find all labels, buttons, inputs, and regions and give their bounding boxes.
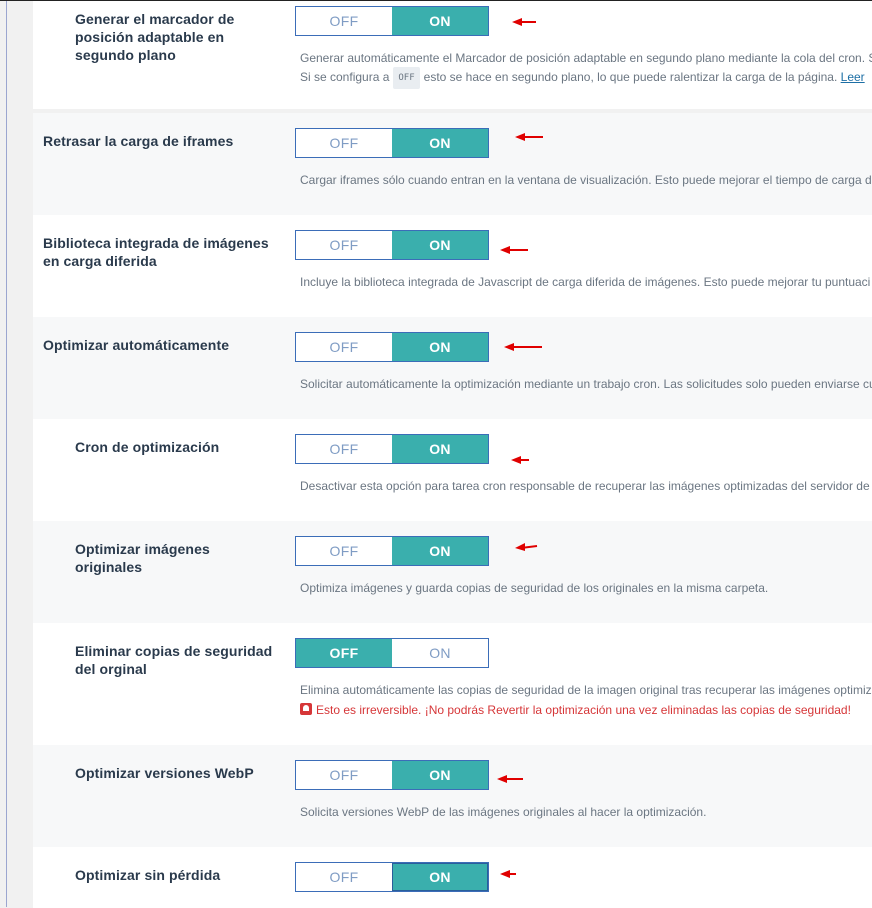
- on-option[interactable]: ON: [392, 129, 488, 157]
- optimize-webp-toggle: OFF ON: [295, 760, 489, 790]
- setting-row-optimize-originals: Optimizar imágenes originales OFF ON Opt…: [33, 521, 872, 623]
- lazy-load-library-toggle: OFF ON: [295, 230, 489, 260]
- delete-backups-toggle: OFF ON: [295, 638, 489, 668]
- settings-page: Generar el marcador de posición adaptabl…: [0, 0, 872, 908]
- setting-description: Generar automáticamente el Marcador de p…: [300, 51, 872, 65]
- setting-row-lazy-load-library: Biblioteca integrada de imágenes en carg…: [33, 215, 872, 317]
- off-option[interactable]: OFF: [296, 761, 392, 789]
- red-arrow-icon: [515, 133, 543, 141]
- setting-label: Optimizar sin pérdida: [75, 867, 221, 883]
- setting-label: Biblioteca integrada de imágenes en carg…: [43, 235, 269, 269]
- responsive-placeholder-toggle: OFF ON: [295, 6, 489, 36]
- on-option[interactable]: ON: [392, 333, 488, 361]
- on-option[interactable]: ON: [392, 7, 488, 35]
- setting-description: Solicita versiones WebP de las imágenes …: [300, 805, 707, 819]
- red-arrow-icon: [500, 246, 528, 254]
- page-border: [6, 1, 7, 907]
- setting-label: Optimizar imágenes originales: [75, 541, 210, 575]
- irreversible-warning: Esto es irreversible. ¡No podrás Reverti…: [300, 700, 851, 720]
- setting-description: Cargar iframes sólo cuando entran en la …: [300, 173, 872, 187]
- read-more-link[interactable]: Leer: [841, 70, 865, 84]
- on-option[interactable]: ON: [392, 639, 488, 667]
- off-option[interactable]: OFF: [296, 537, 392, 565]
- on-option[interactable]: ON: [392, 231, 488, 259]
- red-arrow-icon: [497, 775, 523, 783]
- setting-description: Optimiza imágenes y guarda copias de seg…: [300, 581, 769, 595]
- on-option[interactable]: ON: [392, 435, 488, 463]
- setting-description-2: Si se configura a OFF esto se hace en segu…: [300, 67, 865, 89]
- off-option[interactable]: OFF: [296, 231, 392, 259]
- off-code-pill: OFF: [393, 67, 420, 89]
- red-arrow-icon: [511, 456, 529, 464]
- setting-description: Solicitar automáticamente la optimizació…: [300, 377, 872, 391]
- off-option[interactable]: OFF: [296, 129, 392, 157]
- on-option[interactable]: ON: [392, 863, 488, 891]
- on-option[interactable]: ON: [392, 761, 488, 789]
- setting-row-responsive-placeholder: Generar el marcador de posición adaptabl…: [33, 1, 872, 109]
- setting-label: Eliminar copias de seguridad del orginal: [75, 643, 273, 677]
- optimize-originals-toggle: OFF ON: [295, 536, 489, 566]
- setting-description: Incluye la biblioteca integrada de Javas…: [300, 275, 871, 289]
- off-option[interactable]: OFF: [296, 639, 392, 667]
- off-option[interactable]: OFF: [296, 863, 392, 891]
- setting-row-optimization-cron: Cron de optimización OFF ON Desactivar e…: [33, 419, 872, 521]
- setting-description: Elimina automáticamente las copias de se…: [300, 683, 872, 697]
- red-arrow-icon: [504, 343, 542, 351]
- setting-row-auto-optimize: Optimizar automáticamente OFF ON Solicit…: [33, 317, 872, 419]
- setting-label: Cron de optimización: [75, 439, 220, 455]
- red-arrow-icon: [500, 870, 516, 878]
- alarm-icon: [300, 703, 312, 715]
- setting-row-optimize-webp: Optimizar versiones WebP OFF ON Solicita…: [33, 745, 872, 847]
- red-arrow-icon: [512, 18, 536, 26]
- setting-label: Generar el marcador de posición adaptabl…: [75, 11, 235, 63]
- off-option[interactable]: OFF: [296, 7, 392, 35]
- red-arrow-icon: [515, 543, 538, 551]
- setting-description: Desactivar esta opción para tarea cron r…: [300, 479, 870, 493]
- desc-text-after: esto se hace en segundo plano, lo que pu…: [423, 70, 838, 84]
- warning-text: Esto es irreversible. ¡No podrás Reverti…: [316, 703, 851, 717]
- off-option[interactable]: OFF: [296, 435, 392, 463]
- setting-label: Optimizar automáticamente: [43, 337, 230, 353]
- settings-list: Generar el marcador de posición adaptabl…: [33, 1, 872, 908]
- on-option[interactable]: ON: [392, 537, 488, 565]
- off-option[interactable]: OFF: [296, 333, 392, 361]
- auto-optimize-toggle: OFF ON: [295, 332, 489, 362]
- setting-row-delay-iframes: Retrasar la carga de iframes OFF ON Carg…: [33, 113, 872, 215]
- optimization-cron-toggle: OFF ON: [295, 434, 489, 464]
- desc-text-before: Si se configura a: [300, 70, 390, 84]
- setting-row-lossless: Optimizar sin pérdida OFF ON: [33, 847, 872, 908]
- lossless-toggle: OFF ON: [295, 862, 489, 892]
- setting-label: Retrasar la carga de iframes: [43, 133, 234, 149]
- delay-iframes-toggle: OFF ON: [295, 128, 489, 158]
- setting-row-delete-backups: Eliminar copias de seguridad del orginal…: [33, 623, 872, 745]
- setting-label: Optimizar versiones WebP: [75, 765, 254, 781]
